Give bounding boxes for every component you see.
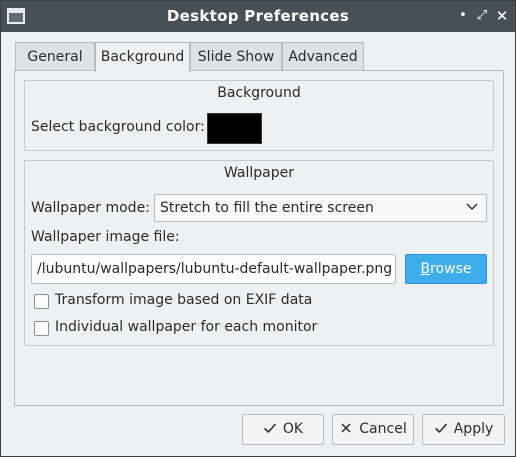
apply-button-label: Apply xyxy=(453,421,494,437)
ok-button[interactable]: OK xyxy=(242,414,324,445)
tab-background[interactable]: Background xyxy=(95,42,190,72)
wallpaper-group: Wallpaper Wallpaper mode: Stretch to fil… xyxy=(24,160,494,346)
wallpaper-group-title: Wallpaper xyxy=(223,165,295,181)
background-tab-panel: Background Select background color: Wall… xyxy=(14,70,504,406)
minimize-button[interactable]: • xyxy=(454,7,472,25)
browse-label-rest: rowse xyxy=(430,261,472,277)
wallpaper-mode-label: Wallpaper mode: xyxy=(31,200,150,216)
ok-button-label: OK xyxy=(282,421,304,437)
check-icon xyxy=(434,423,447,434)
cancel-button[interactable]: Cancel xyxy=(332,414,414,445)
wallpaper-file-label: Wallpaper image file: xyxy=(31,229,180,245)
close-button[interactable]: ✕ xyxy=(493,7,511,25)
background-group: Background Select background color: xyxy=(24,80,494,151)
tab-general[interactable]: General xyxy=(15,42,95,71)
wallpaper-mode-select[interactable]: Stretch to fill the entire screen xyxy=(154,194,487,222)
apply-button[interactable]: Apply xyxy=(422,414,505,445)
window-title: Desktop Preferences xyxy=(166,7,350,25)
tab-advanced[interactable]: Advanced xyxy=(282,42,364,71)
title-bar[interactable]: Desktop Preferences • ⤢ ✕ xyxy=(1,1,515,32)
per-monitor-wallpaper-label[interactable]: Individual wallpaper for each monitor xyxy=(55,319,317,335)
wallpaper-file-input[interactable]: /lubuntu/wallpapers/lubuntu-default-wall… xyxy=(31,254,396,284)
browse-mnemonic: B xyxy=(420,261,431,277)
exif-checkbox-label[interactable]: Transform image based on EXIF data xyxy=(55,292,312,308)
maximize-button[interactable]: ⤢ xyxy=(473,7,491,25)
check-icon xyxy=(263,423,276,434)
browse-button[interactable]: Browse xyxy=(405,254,487,284)
cancel-button-label: Cancel xyxy=(359,421,407,437)
per-monitor-wallpaper-checkbox[interactable] xyxy=(34,321,49,336)
background-group-title: Background xyxy=(217,85,301,101)
background-color-button[interactable] xyxy=(207,113,262,144)
desktop-preferences-window: Desktop Preferences • ⤢ ✕ General Backgr… xyxy=(0,0,516,457)
exif-checkbox[interactable] xyxy=(34,294,49,309)
x-icon xyxy=(341,423,351,433)
wallpaper-mode-value: Stretch to fill the entire screen xyxy=(160,200,374,216)
background-color-label: Select background color: xyxy=(31,119,205,135)
chevron-down-icon xyxy=(466,203,478,210)
tab-slide-show[interactable]: Slide Show xyxy=(190,42,282,71)
